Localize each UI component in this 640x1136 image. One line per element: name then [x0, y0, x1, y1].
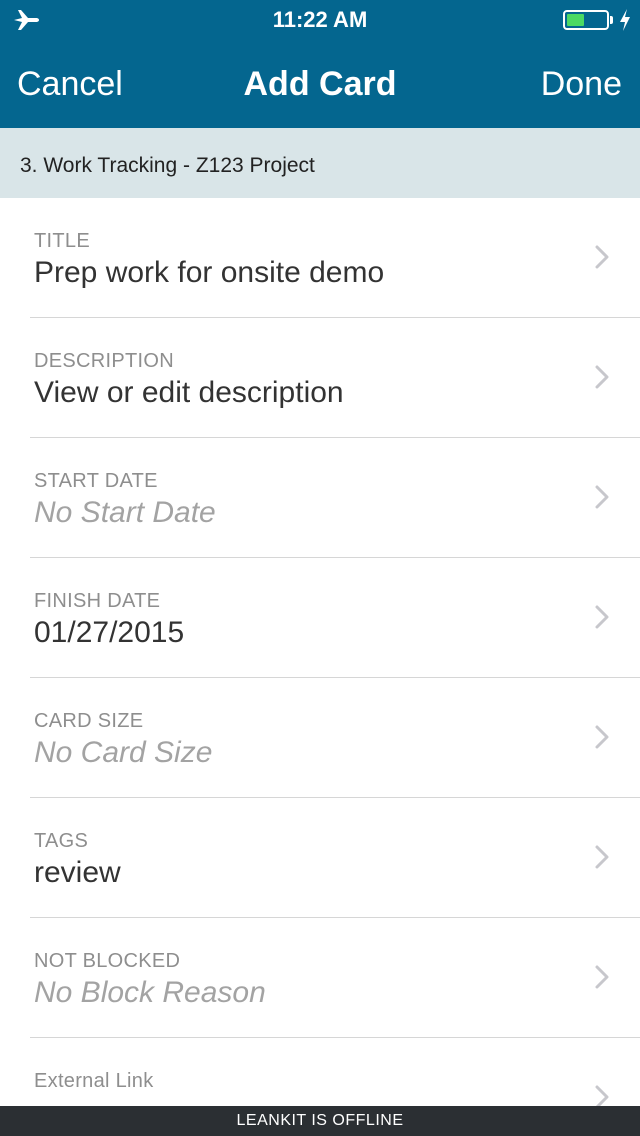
done-button[interactable]: Done — [541, 65, 622, 104]
battery-level — [567, 14, 584, 26]
field-value: No Card Size — [34, 736, 213, 769]
field-value: 01/27/2015 — [34, 616, 185, 649]
chevron-right-icon — [595, 485, 609, 509]
chevron-right-icon — [595, 1085, 609, 1106]
field-label: START DATE — [34, 470, 158, 492]
chevron-right-icon — [595, 965, 609, 989]
field-value: review — [34, 856, 121, 889]
card-fields-list[interactable]: TITLE Prep work for onsite demo DESCRIPTIO… — [0, 198, 640, 1106]
battery-icon — [563, 10, 609, 30]
field-row-start-date[interactable]: START DATE No Start Date — [0, 438, 640, 558]
status-bar: 11:22 AM — [0, 0, 640, 40]
field-value: View or edit description — [34, 376, 344, 409]
field-value: No Block Reason — [34, 976, 266, 1009]
field-value: Prep work for onsite demo — [34, 256, 385, 289]
field-label: NOT BLOCKED — [34, 950, 181, 972]
chevron-right-icon — [595, 605, 609, 629]
app-header: 11:22 AM Cancel Add Card Done — [0, 0, 640, 128]
field-label: TAGS — [34, 830, 89, 852]
chevron-right-icon — [595, 725, 609, 749]
chevron-right-icon — [595, 245, 609, 269]
field-row-finish-date[interactable]: FINISH DATE 01/27/2015 — [0, 558, 640, 678]
cancel-button[interactable]: Cancel — [17, 65, 123, 104]
field-row-description[interactable]: DESCRIPTION View or edit description — [0, 318, 640, 438]
field-label: TITLE — [34, 230, 90, 252]
field-label: FINISH DATE — [34, 590, 161, 612]
field-row-title[interactable]: TITLE Prep work for onsite demo — [0, 198, 640, 318]
nav-bar: Cancel Add Card Done — [0, 40, 640, 128]
chevron-right-icon — [595, 845, 609, 869]
battery-tip — [610, 16, 613, 24]
field-label: DESCRIPTION — [34, 350, 174, 372]
field-row-tags[interactable]: TAGS review — [0, 798, 640, 918]
offline-banner: LEANKIT IS OFFLINE — [0, 1106, 640, 1136]
field-row-card-size[interactable]: CARD SIZE No Card Size — [0, 678, 640, 798]
field-row-not-blocked[interactable]: NOT BLOCKED No Block Reason — [0, 918, 640, 1038]
status-time: 11:22 AM — [272, 7, 368, 32]
chevron-right-icon — [595, 365, 609, 389]
field-value: No Start Date — [34, 496, 216, 529]
field-label: CARD SIZE — [34, 710, 144, 732]
bolt-icon — [620, 9, 630, 31]
board-breadcrumb: 3. Work Tracking - Z123 Project — [0, 128, 640, 198]
field-label: External Link — [34, 1070, 154, 1092]
field-row-external-link[interactable]: External Link — [0, 1038, 640, 1106]
board-path: 3. Work Tracking - Z123 Project — [20, 154, 315, 177]
